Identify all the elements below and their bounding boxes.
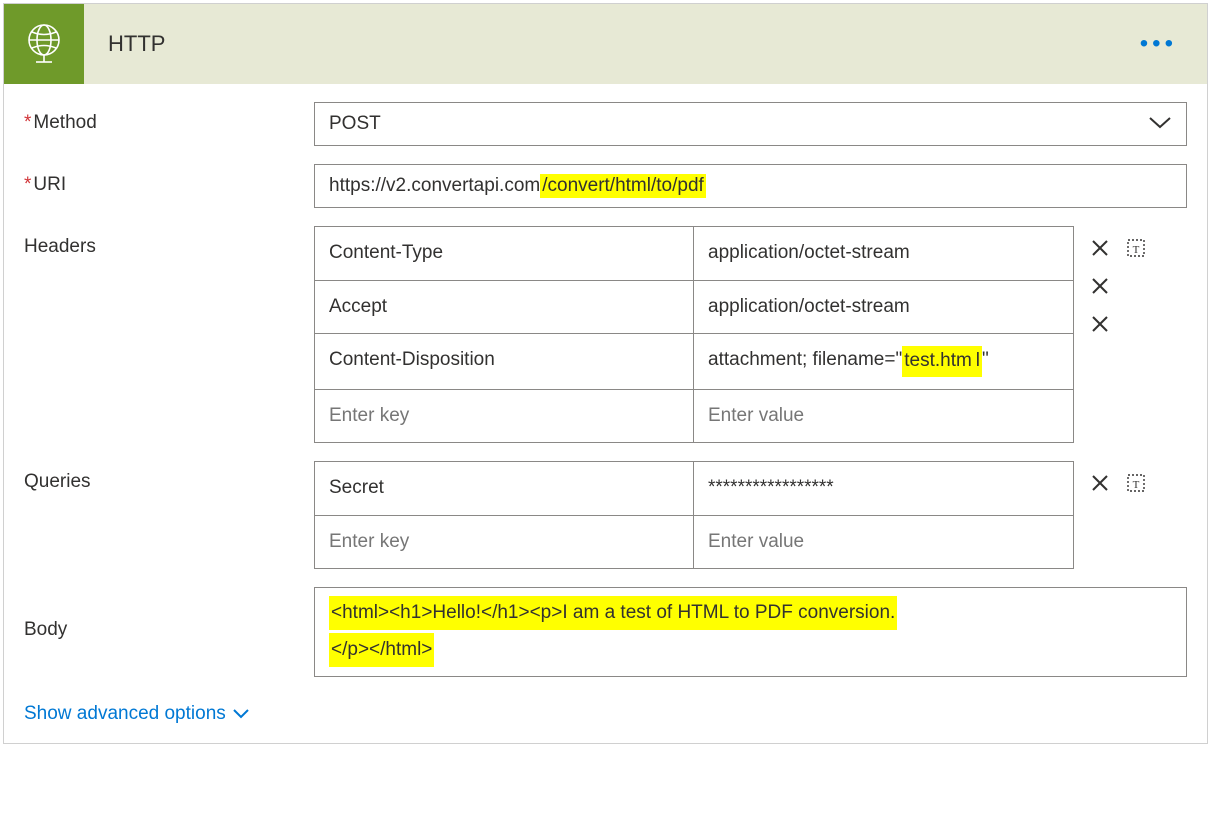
header-kv-row: Content-Type application/octet-stream bbox=[315, 227, 1073, 281]
headers-table: Content-Type application/octet-stream Ac… bbox=[314, 226, 1074, 443]
method-label: Method bbox=[24, 102, 314, 134]
text-mode-button[interactable]: T bbox=[1124, 236, 1148, 260]
header-value-input[interactable]: Enter value bbox=[694, 390, 1073, 443]
http-action-card: HTTP ••• Method POST URI https://v2.conv… bbox=[3, 3, 1208, 744]
text-mode-button[interactable]: T bbox=[1124, 471, 1148, 495]
headers-label: Headers bbox=[24, 226, 314, 258]
header-value-input[interactable]: attachment; filename="test.htm l" bbox=[694, 334, 1073, 389]
queries-row: Queries Secret ***************** Enter k… bbox=[24, 461, 1187, 569]
card-title: HTTP bbox=[108, 31, 165, 57]
svg-text:T: T bbox=[1133, 244, 1140, 256]
uri-input[interactable]: https://v2.convertapi.com/convert/html/t… bbox=[314, 164, 1187, 208]
body-text-line: </p></html> bbox=[329, 633, 434, 667]
delete-row-button[interactable] bbox=[1088, 312, 1112, 336]
delete-row-button[interactable] bbox=[1088, 236, 1112, 260]
body-input[interactable]: <html><h1>Hello!</h1><p>I am a test of H… bbox=[314, 587, 1187, 677]
query-key-input[interactable]: Secret bbox=[315, 462, 694, 515]
body-text-line: <html><h1>Hello!</h1><p>I am a test of H… bbox=[329, 596, 897, 630]
method-select[interactable]: POST bbox=[314, 102, 1187, 146]
card-body: Method POST URI https://v2.convertapi.co… bbox=[4, 84, 1207, 743]
header-key-input[interactable]: Accept bbox=[315, 281, 694, 334]
uri-value-highlight: /convert/html/to/pdf bbox=[540, 174, 706, 198]
header-key-input[interactable]: Content-Disposition bbox=[315, 334, 694, 389]
query-kv-row-empty: Enter key Enter value bbox=[315, 516, 1073, 569]
advanced-label: Show advanced options bbox=[24, 703, 226, 725]
chevron-down-icon bbox=[232, 708, 250, 720]
header-value-highlight: test.htm bbox=[902, 346, 974, 377]
uri-value-prefix: https://v2.convertapi.com bbox=[329, 175, 540, 197]
queries-table: Secret ***************** Enter key Enter… bbox=[314, 461, 1074, 569]
query-kv-row: Secret ***************** bbox=[315, 462, 1073, 516]
query-value-input[interactable]: ***************** bbox=[694, 462, 1073, 515]
header-value-input[interactable]: application/octet-stream bbox=[694, 227, 1073, 280]
uri-label: URI bbox=[24, 164, 314, 196]
svg-text:T: T bbox=[1133, 479, 1140, 491]
body-label: Body bbox=[24, 587, 314, 641]
method-row: Method POST bbox=[24, 102, 1187, 146]
header-value-text: attachment; filename=" bbox=[708, 346, 902, 375]
headers-row: Headers Content-Type application/octet-s… bbox=[24, 226, 1187, 443]
more-menu-button[interactable]: ••• bbox=[1140, 30, 1177, 58]
header-value-input[interactable]: application/octet-stream bbox=[694, 281, 1073, 334]
header-value-highlight: l bbox=[974, 346, 982, 377]
delete-row-button[interactable] bbox=[1088, 471, 1112, 495]
uri-row: URI https://v2.convertapi.com/convert/ht… bbox=[24, 164, 1187, 208]
header-value-text: " bbox=[982, 346, 989, 375]
header-kv-row-empty: Enter key Enter value bbox=[315, 390, 1073, 443]
http-icon-tile bbox=[4, 4, 84, 84]
query-value-input[interactable]: Enter value bbox=[694, 516, 1073, 569]
method-value: POST bbox=[329, 113, 381, 135]
header-kv-row: Accept application/octet-stream bbox=[315, 281, 1073, 335]
header-key-input[interactable]: Content-Type bbox=[315, 227, 694, 280]
chevron-down-icon bbox=[1148, 114, 1172, 135]
header-kv-row: Content-Disposition attachment; filename… bbox=[315, 334, 1073, 390]
body-row: Body <html><h1>Hello!</h1><p>I am a test… bbox=[24, 587, 1187, 677]
queries-label: Queries bbox=[24, 461, 314, 493]
query-key-input[interactable]: Enter key bbox=[315, 516, 694, 569]
header-key-input[interactable]: Enter key bbox=[315, 390, 694, 443]
show-advanced-options-link[interactable]: Show advanced options bbox=[24, 703, 250, 725]
globe-icon bbox=[24, 22, 64, 66]
card-header: HTTP ••• bbox=[4, 4, 1207, 84]
delete-row-button[interactable] bbox=[1088, 274, 1112, 298]
